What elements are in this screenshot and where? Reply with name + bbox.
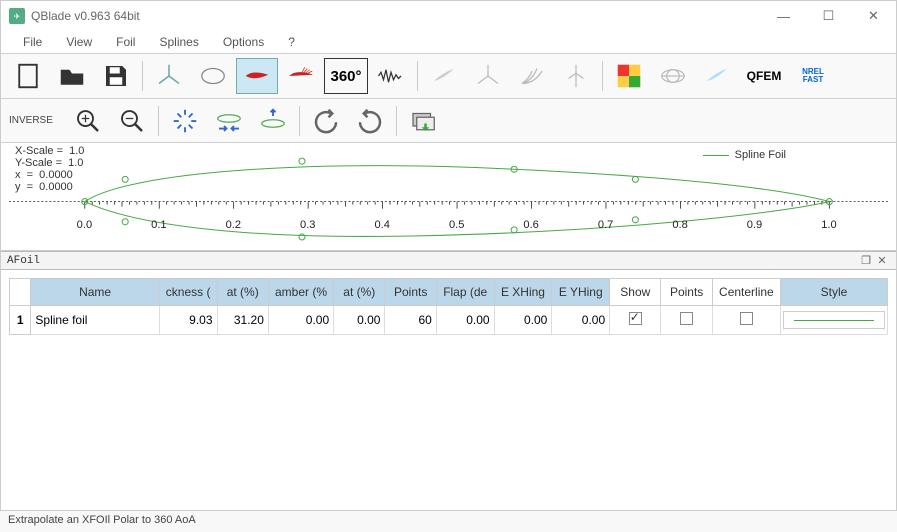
cell-flap[interactable]: 0.00 (436, 306, 494, 335)
col-eyh[interactable]: E YHing (552, 279, 610, 306)
blade-gray-button[interactable] (423, 58, 465, 94)
new-file-button[interactable] (7, 58, 49, 94)
cell-at2[interactable]: 0.00 (334, 306, 385, 335)
nrel-fast-button[interactable]: NRELFAST (790, 58, 836, 94)
svg-text:0.9: 0.9 (747, 219, 762, 231)
undo-button[interactable] (305, 103, 347, 139)
status-text: Extrapolate an XFOIl Polar to 360 AoA (8, 514, 196, 526)
maximize-button[interactable]: ☐ (806, 1, 851, 31)
svg-text:0.7: 0.7 (598, 219, 613, 231)
arrows-in-button[interactable] (164, 103, 206, 139)
panel-titlebar[interactable]: AFoil ❐ ✕ (1, 252, 896, 270)
compress-h-button[interactable] (208, 103, 250, 139)
svg-text:0.5: 0.5 (449, 219, 464, 231)
qfem-button[interactable]: QFEM (740, 58, 788, 94)
menu-splines[interactable]: Splines (149, 33, 208, 51)
airfoil-outline-button[interactable] (192, 58, 234, 94)
col-show[interactable]: Show (610, 279, 661, 306)
save-button[interactable] (95, 58, 137, 94)
heatmap-button[interactable] (608, 58, 650, 94)
col-points-chk[interactable]: Points (661, 279, 712, 306)
blade-blue-button[interactable] (696, 58, 738, 94)
cell-exh[interactable]: 0.00 (494, 306, 552, 335)
svg-text:0.6: 0.6 (523, 219, 538, 231)
open-file-button[interactable] (51, 58, 93, 94)
col-rownum[interactable] (10, 279, 31, 306)
svg-text:0.8: 0.8 (672, 219, 687, 231)
window-title: QBlade v0.963 64bit (31, 9, 761, 23)
turbulence-button[interactable] (370, 58, 412, 94)
airfoil-filled-button[interactable] (236, 58, 278, 94)
col-name[interactable]: Name (31, 279, 159, 306)
cell-points[interactable]: 60 (385, 306, 436, 335)
titlebar: ✈ QBlade v0.963 64bit — ☐ ✕ (1, 1, 896, 31)
col-points[interactable]: Points (385, 279, 436, 306)
style-preview (783, 311, 885, 329)
col-centerline[interactable]: Centerline (712, 279, 780, 306)
foil-table: Name ckness ( at (%) amber (% at (%) Poi… (1, 270, 896, 480)
cell-thickness[interactable]: 9.03 (159, 306, 217, 335)
streamlines-button[interactable] (280, 58, 322, 94)
panel-close-icon[interactable]: ✕ (874, 254, 890, 267)
col-at1[interactable]: at (%) (217, 279, 268, 306)
minimize-button[interactable]: — (761, 1, 806, 31)
col-at2[interactable]: at (%) (334, 279, 385, 306)
zoom-out-button[interactable] (111, 103, 153, 139)
plot-area[interactable]: X-Scale = 1.0 Y-Scale = 1.0 x = 0.0000 y… (1, 143, 896, 251)
rotor-gray-button[interactable] (467, 58, 509, 94)
curves-button[interactable] (511, 58, 553, 94)
menu-file[interactable]: File (13, 33, 52, 51)
cell-name[interactable]: Spline foil (31, 306, 159, 335)
menu-view[interactable]: View (56, 33, 102, 51)
zoom-in-button[interactable] (67, 103, 109, 139)
col-camber[interactable]: amber (% (268, 279, 333, 306)
plot-svg: 0.0 0.1 0.2 0.3 0.4 0.5 0.6 0.7 0.8 0.9 1.0 (9, 143, 888, 252)
cell-camber[interactable]: 0.00 (268, 306, 333, 335)
svg-text:0.1: 0.1 (151, 219, 166, 231)
panel-title-text: AFoil (7, 255, 858, 267)
cell-rownum: 1 (10, 306, 31, 335)
svg-text:0.2: 0.2 (226, 219, 241, 231)
checkbox-centerline-icon[interactable] (740, 312, 753, 325)
windturbine-button[interactable] (555, 58, 597, 94)
col-exh[interactable]: E XHing (494, 279, 552, 306)
col-thickness[interactable]: ckness ( (159, 279, 217, 306)
cell-eyh[interactable]: 0.00 (552, 306, 610, 335)
inverse-label: INVERSE (7, 115, 65, 126)
cell-at1[interactable]: 31.20 (217, 306, 268, 335)
main-toolbar: 360° QFEM NRELFAST (1, 53, 896, 99)
secondary-toolbar: INVERSE (1, 99, 896, 143)
cell-show[interactable] (610, 306, 661, 335)
svg-text:0.4: 0.4 (375, 219, 390, 231)
360-deg-button[interactable]: 360° (324, 58, 368, 94)
menu-foil[interactable]: Foil (106, 33, 145, 51)
svg-text:1.0: 1.0 (821, 219, 836, 231)
cell-points-chk[interactable] (661, 306, 712, 335)
menu-options[interactable]: Options (213, 33, 274, 51)
cell-style[interactable] (780, 306, 887, 335)
col-style[interactable]: Style (780, 279, 887, 306)
expand-v-button[interactable] (252, 103, 294, 139)
svg-text:0.3: 0.3 (300, 219, 315, 231)
panel-undock-icon[interactable]: ❐ (858, 254, 874, 267)
redo-button[interactable] (349, 103, 391, 139)
app-icon: ✈ (9, 8, 25, 24)
rotor-button[interactable] (148, 58, 190, 94)
menu-bar: File View Foil Splines Options ? (1, 31, 896, 53)
svg-text:0.0: 0.0 (77, 219, 92, 231)
status-bar: Extrapolate an XFOIl Polar to 360 AoA (0, 510, 897, 532)
table-row[interactable]: 1 Spline foil 9.03 31.20 0.00 0.00 60 0.… (10, 306, 888, 335)
store-foil-button[interactable] (402, 103, 444, 139)
checkbox-show-icon[interactable] (629, 312, 642, 325)
cell-centerline[interactable] (712, 306, 780, 335)
close-button[interactable]: ✕ (851, 1, 896, 31)
mesh-ellipse-button[interactable] (652, 58, 694, 94)
table-header-row: Name ckness ( at (%) amber (% at (%) Poi… (10, 279, 888, 306)
col-flap[interactable]: Flap (de (436, 279, 494, 306)
menu-help[interactable]: ? (278, 33, 305, 51)
afoil-panel: AFoil ❐ ✕ Name ckness ( at (%) amber (% … (1, 251, 896, 480)
checkbox-points-icon[interactable] (680, 312, 693, 325)
